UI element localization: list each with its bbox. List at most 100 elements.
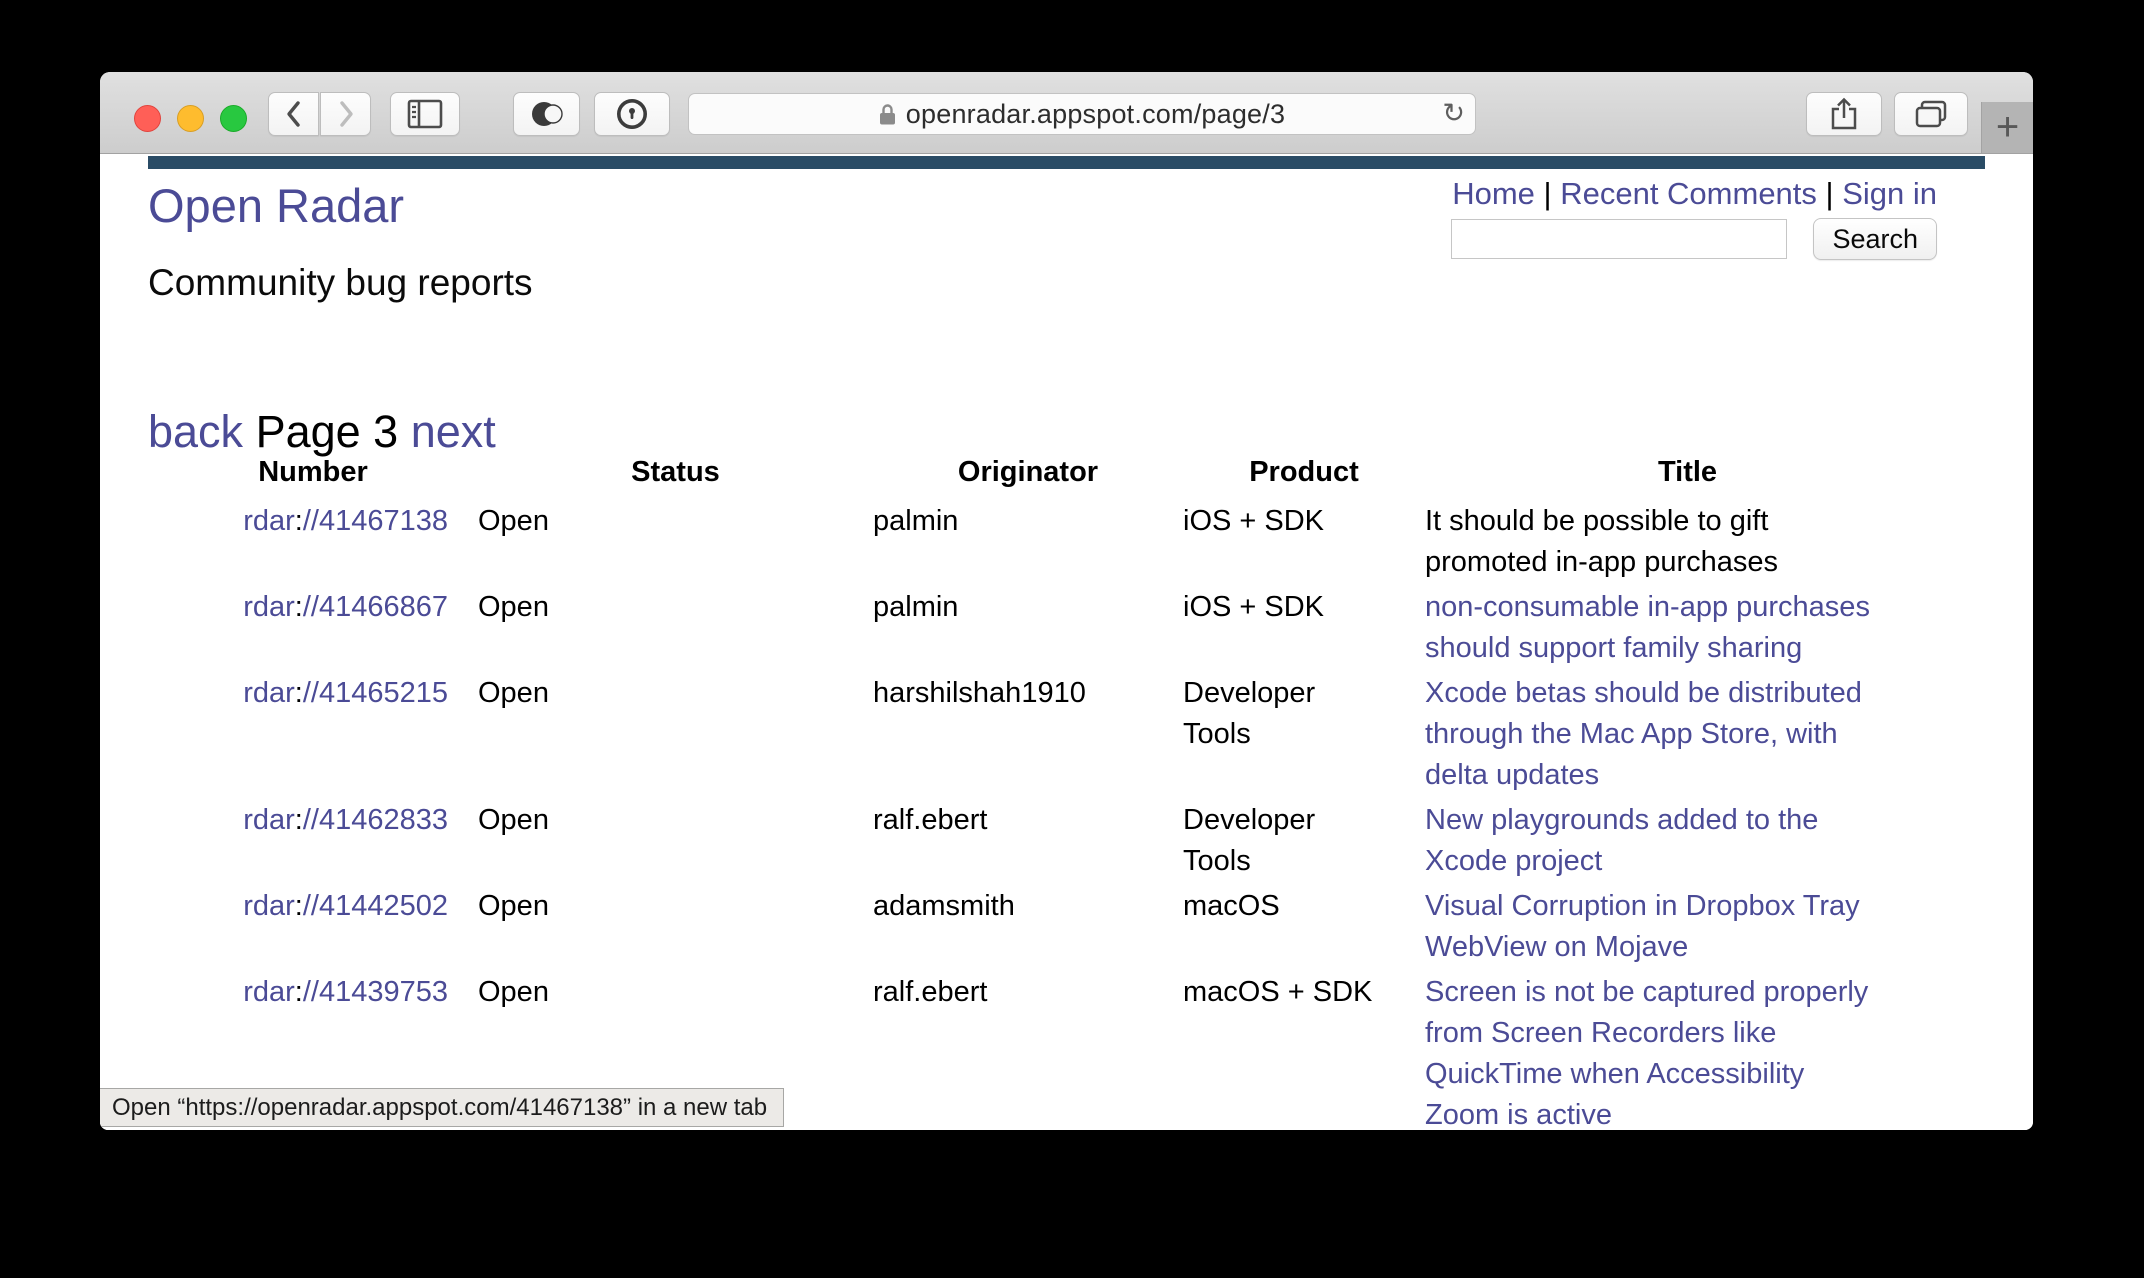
product-label: Developer Tools bbox=[1183, 804, 1316, 877]
rdar-scheme-link[interactable]: rdar bbox=[243, 804, 295, 836]
number-separator: : bbox=[294, 677, 303, 709]
zoom-button[interactable] bbox=[220, 105, 247, 132]
status-cell: Open bbox=[478, 677, 549, 709]
new-tab-button[interactable]: + bbox=[1981, 102, 2033, 153]
site-title-link[interactable]: Open Radar bbox=[148, 178, 404, 233]
sidebar-icon bbox=[407, 99, 443, 129]
desktop-background: openradar.appspot.com/page/3 ↻ + Open Ra… bbox=[0, 0, 2144, 1278]
status-cell: Open bbox=[478, 591, 549, 623]
status-cell: Open bbox=[478, 804, 549, 836]
number-cell: rdar://41465215 bbox=[148, 671, 478, 798]
originator-cell: ralf.ebert bbox=[873, 804, 988, 836]
keyhole-icon bbox=[615, 97, 649, 131]
number-cell: rdar://41466867 bbox=[148, 585, 478, 671]
minimize-button[interactable] bbox=[177, 105, 204, 132]
nav-separator: | bbox=[1534, 176, 1561, 211]
radar-number-link[interactable]: //41439753 bbox=[303, 976, 448, 1008]
pagination: back Page 3 next bbox=[148, 406, 496, 458]
bug-reports-table: Number Status Originator Product Title r… bbox=[148, 456, 1950, 1130]
rdar-scheme-link[interactable]: rdar bbox=[243, 505, 295, 537]
title-link[interactable]: Screen is not be captured properly from … bbox=[1425, 976, 1868, 1130]
product-label: Developer Tools bbox=[1183, 677, 1316, 750]
number-separator: : bbox=[294, 505, 303, 537]
contrast-extension-button[interactable] bbox=[513, 92, 580, 136]
back-button[interactable] bbox=[268, 92, 319, 136]
title-cell: Screen is not be captured properly from … bbox=[1425, 970, 1950, 1130]
product-cell: macOS bbox=[1183, 884, 1425, 970]
originator-cell: harshilshah1910 bbox=[873, 677, 1086, 709]
originator-cell: adamsmith bbox=[873, 890, 1015, 922]
url-text: openradar.appspot.com/page/3 bbox=[905, 98, 1286, 129]
radar-number-link[interactable]: //41467138 bbox=[303, 505, 448, 537]
product-label: macOS + SDK bbox=[1183, 976, 1373, 1008]
radar-number-link[interactable]: //41462833 bbox=[303, 804, 448, 836]
table-row: rdar://41462833 Open ralf.ebert Developer T… bbox=[148, 798, 1950, 884]
rdar-scheme-link[interactable]: rdar bbox=[243, 591, 295, 623]
number-separator: : bbox=[294, 890, 303, 922]
title-cell: Xcode betas should be distributed throug… bbox=[1425, 671, 1950, 798]
chevron-right-icon bbox=[336, 99, 356, 129]
plus-icon: + bbox=[1995, 105, 2020, 149]
title-cell: Visual Corruption in Dropbox Tray WebVie… bbox=[1425, 884, 1950, 970]
share-button[interactable] bbox=[1806, 92, 1882, 136]
onepassword-extension-button[interactable] bbox=[594, 92, 670, 136]
number-cell: rdar://41462833 bbox=[148, 798, 478, 884]
table-row: rdar://41465215 Open harshilshah1910 Develo… bbox=[148, 671, 1950, 798]
title-link[interactable]: New playgrounds added to the Xcode proje… bbox=[1425, 804, 1818, 877]
forward-button[interactable] bbox=[320, 92, 371, 136]
status-bar: Open “https://openradar.appspot.com/4146… bbox=[100, 1088, 785, 1127]
header-nav: Home | Recent Comments | Sign in bbox=[1452, 176, 1937, 212]
title-link[interactable]: It should be possible to gift promoted i… bbox=[1425, 505, 1778, 578]
product-label: macOS bbox=[1183, 890, 1280, 922]
title-link[interactable]: Visual Corruption in Dropbox Tray WebVie… bbox=[1425, 890, 1860, 963]
sidebar-button[interactable] bbox=[390, 92, 460, 136]
column-header-status: Status bbox=[631, 456, 720, 488]
share-icon bbox=[1830, 97, 1858, 131]
search-button[interactable]: Search bbox=[1813, 218, 1937, 260]
originator-cell: ralf.ebert bbox=[873, 976, 988, 1008]
radar-number-link[interactable]: //41465215 bbox=[303, 677, 448, 709]
rdar-scheme-link[interactable]: rdar bbox=[243, 890, 295, 922]
back-link[interactable]: back bbox=[148, 406, 243, 457]
rdar-scheme-link[interactable]: rdar bbox=[243, 677, 295, 709]
next-link[interactable]: next bbox=[411, 406, 496, 457]
number-cell: rdar://41442502 bbox=[148, 884, 478, 970]
search-input[interactable] bbox=[1451, 219, 1788, 259]
column-header-originator: Originator bbox=[957, 456, 1099, 488]
title-cell: New playgrounds added to the Xcode proje… bbox=[1425, 798, 1950, 884]
originator-cell: palmin bbox=[873, 505, 959, 537]
search-form: Search bbox=[1451, 218, 1937, 260]
product-cell: Developer Tools bbox=[1183, 798, 1425, 884]
lock-icon bbox=[879, 103, 896, 126]
nav-separator: | bbox=[1816, 176, 1843, 211]
product-cell: macOS + SDK bbox=[1183, 970, 1425, 1130]
column-header-title: Title bbox=[1657, 456, 1718, 488]
title-link[interactable]: non-consumable in-app purchases should s… bbox=[1425, 591, 1870, 664]
page-content: Open Radar Community bug reports Home | … bbox=[100, 154, 2033, 1130]
product-cell: iOS + SDK bbox=[1183, 499, 1425, 585]
status-cell: Open bbox=[478, 505, 549, 537]
site-tagline: Community bug reports bbox=[148, 262, 533, 303]
product-cell: iOS + SDK bbox=[1183, 585, 1425, 671]
table-header-row: Number Status Originator Product Title bbox=[148, 456, 1950, 499]
close-button[interactable] bbox=[134, 105, 161, 132]
number-separator: : bbox=[294, 976, 303, 1008]
address-bar[interactable]: openradar.appspot.com/page/3 ↻ bbox=[688, 93, 1476, 135]
tab-overview-button[interactable] bbox=[1894, 92, 1968, 136]
nav-link-sign-in[interactable]: Sign in bbox=[1842, 176, 1937, 211]
title-link[interactable]: Xcode betas should be distributed throug… bbox=[1425, 677, 1862, 791]
nav-link-recent-comments[interactable]: Recent Comments bbox=[1560, 176, 1817, 211]
status-cell: Open bbox=[478, 890, 549, 922]
header-divider-bar bbox=[148, 156, 1985, 169]
product-label: iOS + SDK bbox=[1183, 505, 1325, 537]
radar-number-link[interactable]: //41442502 bbox=[303, 890, 448, 922]
column-header-product: Product bbox=[1249, 456, 1359, 488]
product-cell: Developer Tools bbox=[1183, 671, 1425, 798]
radar-number-link[interactable]: //41466867 bbox=[303, 591, 448, 623]
originator-cell: palmin bbox=[873, 591, 959, 623]
browser-toolbar: openradar.appspot.com/page/3 ↻ + bbox=[100, 72, 2033, 154]
reload-icon[interactable]: ↻ bbox=[1442, 98, 1465, 129]
nav-link-home[interactable]: Home bbox=[1452, 176, 1535, 211]
tabs-icon bbox=[1915, 100, 1947, 128]
rdar-scheme-link[interactable]: rdar bbox=[243, 976, 295, 1008]
